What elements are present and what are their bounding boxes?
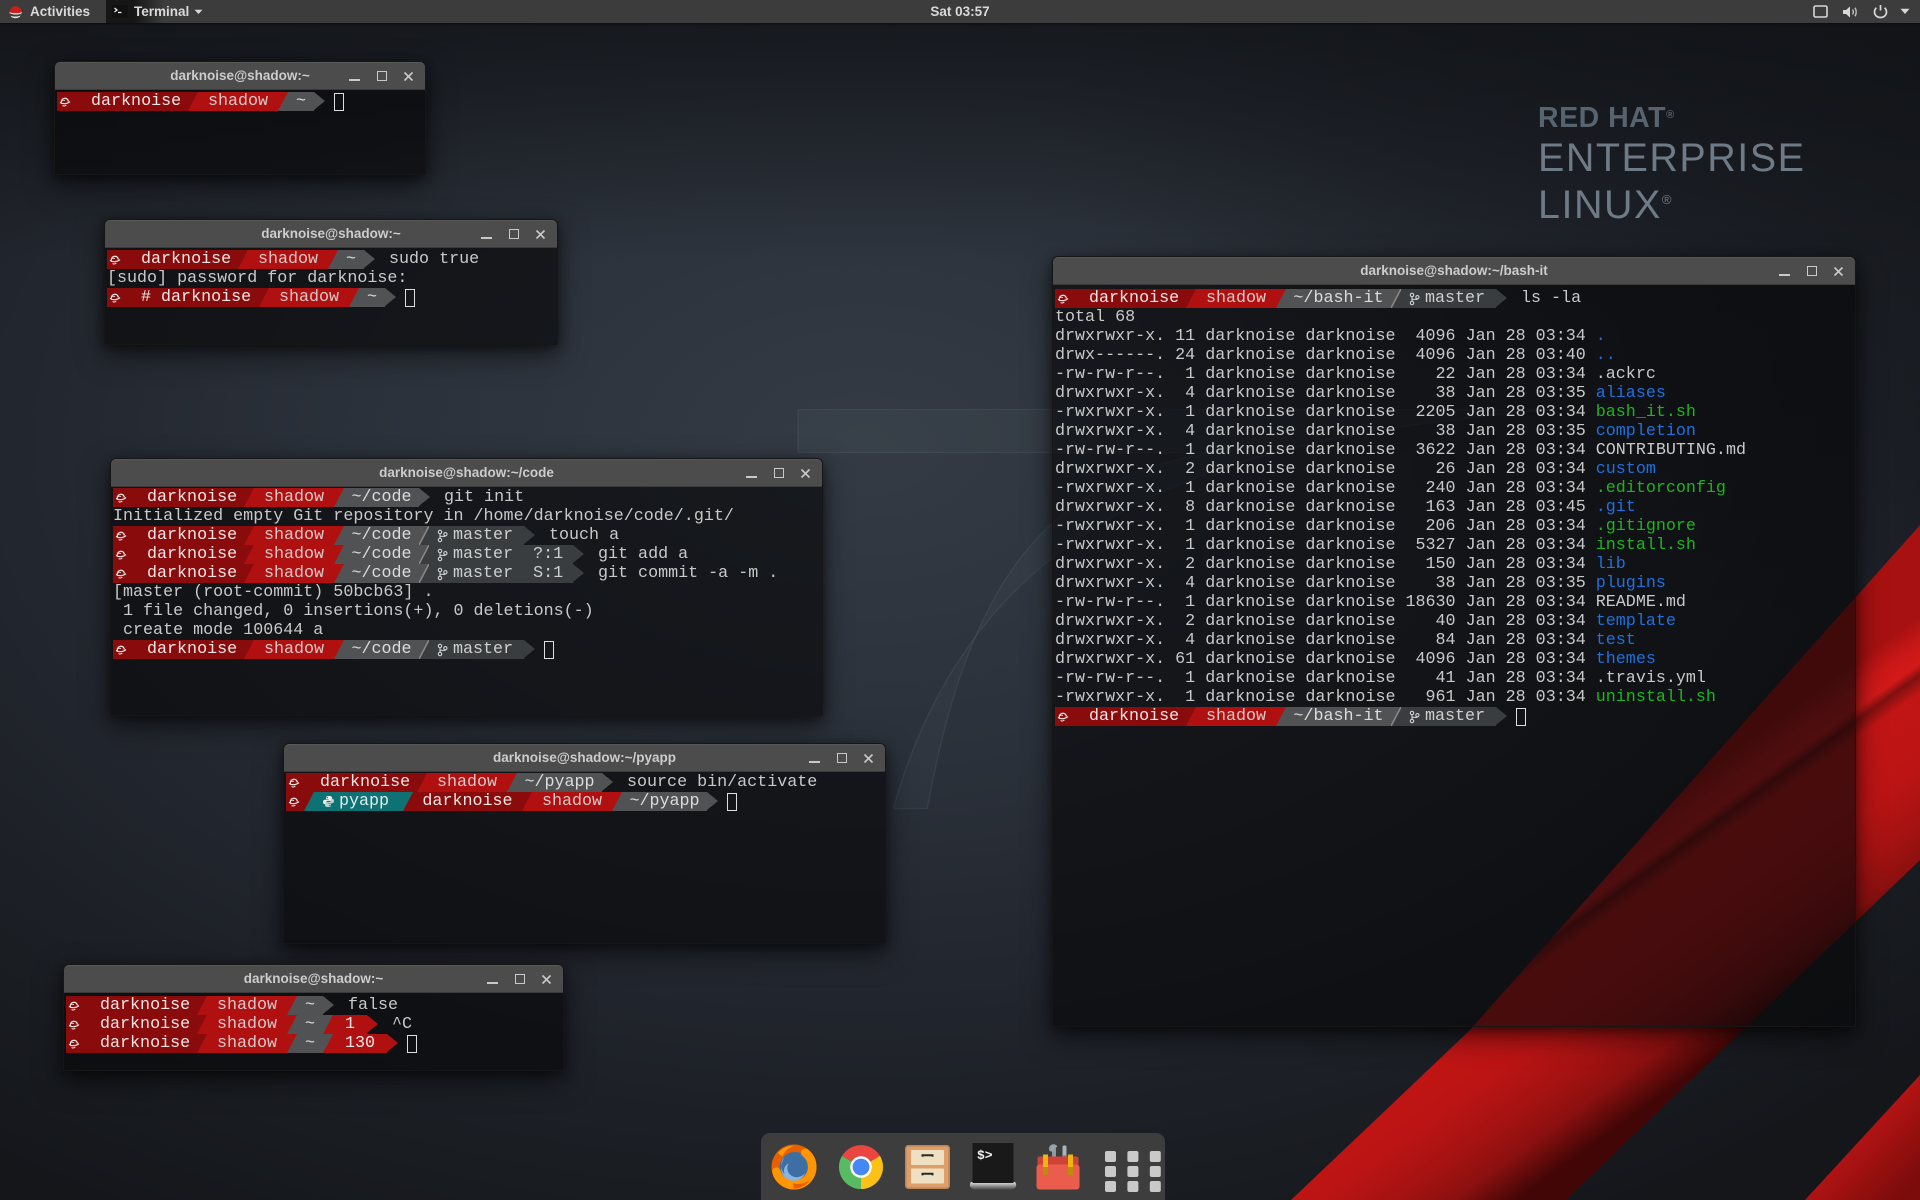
svg-text:$>: $> xyxy=(977,1148,993,1163)
